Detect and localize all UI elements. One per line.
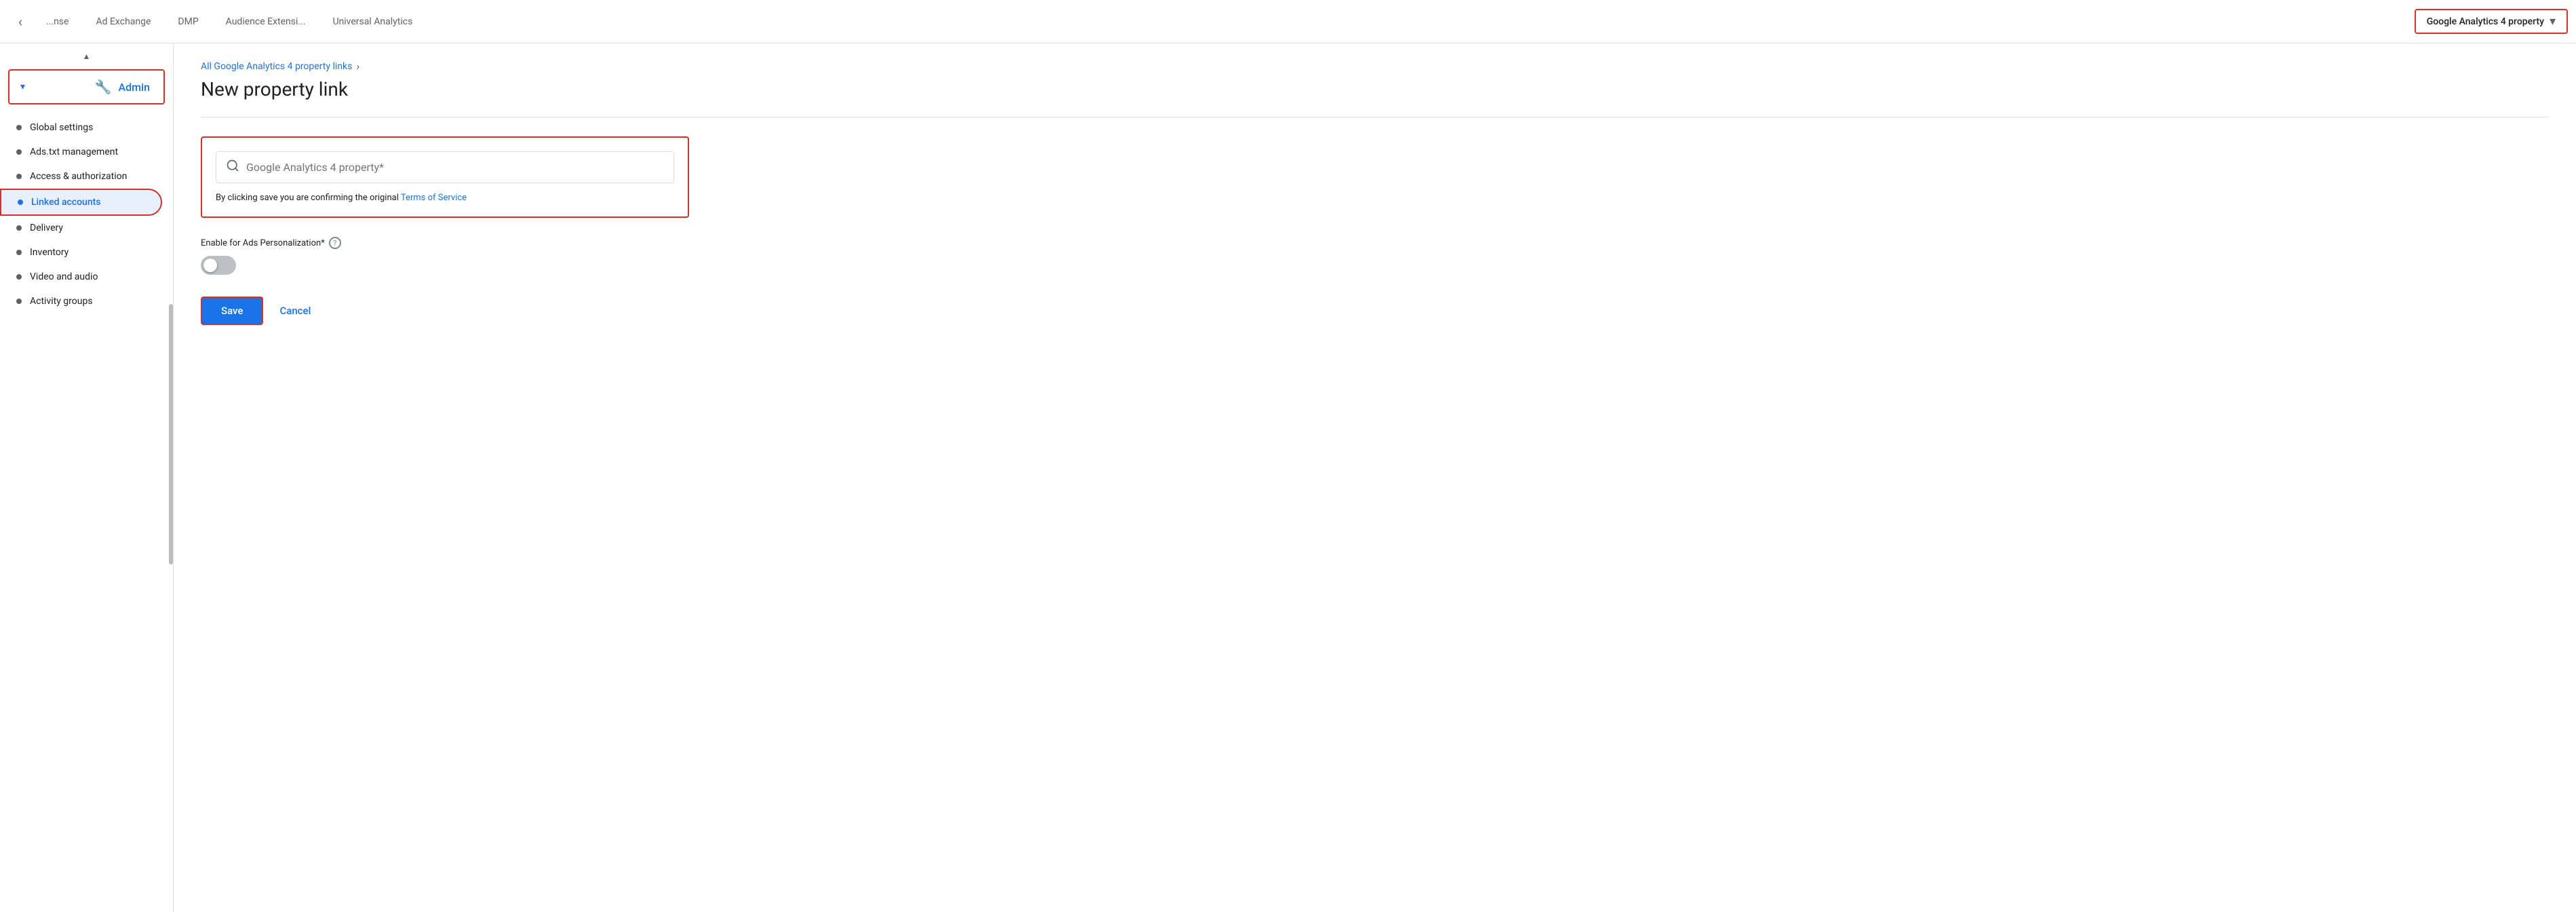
sidebar-item-global-settings[interactable]: Global settings <box>0 115 162 140</box>
breadcrumb: All Google Analytics 4 property links › <box>201 60 2549 73</box>
sidebar-item-inventory[interactable]: Inventory <box>0 240 162 265</box>
sidebar-item-linked-accounts[interactable]: Linked accounts <box>0 189 162 216</box>
search-icon <box>226 159 239 176</box>
bullet-icon <box>16 225 22 231</box>
sidebar-scroll-up: ▲ <box>0 49 173 64</box>
content-area: All Google Analytics 4 property links › … <box>174 43 2576 912</box>
tab-ga4-property[interactable]: Google Analytics 4 property ▾ <box>2415 9 2568 34</box>
sidebar-item-label: Linked accounts <box>31 197 101 208</box>
sidebar-scrollbar[interactable] <box>169 43 173 912</box>
sidebar-item-label: Global settings <box>30 122 93 133</box>
bullet-icon <box>18 200 23 205</box>
tab-audience[interactable]: Audience Extensi... <box>212 0 319 43</box>
sidebar-item-video-audio[interactable]: Video and audio <box>0 265 162 289</box>
action-buttons: Save Cancel <box>201 297 2549 325</box>
sidebar-item-label: Inventory <box>30 247 69 258</box>
top-nav: ‹ ...nse Ad Exchange DMP Audience Extens… <box>0 0 2576 43</box>
sidebar-item-label: Video and audio <box>30 271 98 282</box>
sidebar-item-label: Activity groups <box>30 296 93 307</box>
search-wrapper <box>216 151 674 183</box>
tab-ga4-label: Google Analytics 4 property <box>2427 16 2544 27</box>
bullet-icon <box>16 250 22 255</box>
admin-nav-item[interactable]: ▾ 🔧 Admin <box>8 69 165 104</box>
sidebar: ▲ ▾ 🔧 Admin Global settings Ads.txt mana… <box>0 43 174 912</box>
form-section: By clicking save you are confirming the … <box>201 136 689 218</box>
tab-dmp[interactable]: DMP <box>164 0 212 43</box>
back-icon: ‹ <box>18 14 22 30</box>
bullet-icon <box>16 274 22 280</box>
sidebar-item-activity-groups[interactable]: Activity groups <box>0 289 162 314</box>
bullet-icon <box>16 299 22 304</box>
tab-universal-analytics[interactable]: Universal Analytics <box>319 0 426 43</box>
nav-tabs: ...nse Ad Exchange DMP Audience Extensi.… <box>33 0 2415 43</box>
breadcrumb-separator: › <box>356 60 359 73</box>
bullet-icon <box>16 174 22 179</box>
bullet-icon <box>16 125 22 130</box>
sidebar-item-ads-txt[interactable]: Ads.txt management <box>0 140 162 164</box>
save-button[interactable]: Save <box>201 297 263 325</box>
admin-label: Admin <box>118 81 150 94</box>
sidebar-item-label: Ads.txt management <box>30 147 118 157</box>
sidebar-item-access-auth[interactable]: Access & authorization <box>0 164 162 189</box>
toggle-section: Enable for Ads Personalization* ? <box>201 237 689 275</box>
bullet-icon <box>16 149 22 155</box>
tab-ad-exchange[interactable]: Ad Exchange <box>82 0 164 43</box>
sidebar-item-label: Delivery <box>30 223 63 233</box>
chevron-down-icon: ▾ <box>2550 14 2556 28</box>
sidebar-item-label: Access & authorization <box>30 171 127 182</box>
ga4-property-search-input[interactable] <box>246 161 664 174</box>
tos-link[interactable]: Terms of Service <box>401 193 467 203</box>
tos-text: By clicking save you are confirming the … <box>216 193 674 203</box>
admin-arrow-icon: ▾ <box>20 81 25 92</box>
wrench-icon: 🔧 <box>95 79 112 95</box>
scrollbar-thumb[interactable] <box>169 304 173 565</box>
help-icon[interactable]: ? <box>329 237 341 249</box>
cancel-button[interactable]: Cancel <box>274 298 316 324</box>
ads-personalization-toggle[interactable] <box>201 256 236 275</box>
page-title: New property link <box>201 78 2549 100</box>
breadcrumb-link[interactable]: All Google Analytics 4 property links <box>201 61 352 72</box>
sidebar-item-delivery[interactable]: Delivery <box>0 216 162 240</box>
main-container: ▲ ▾ 🔧 Admin Global settings Ads.txt mana… <box>0 43 2576 912</box>
back-button[interactable]: ‹ <box>8 10 33 34</box>
toggle-label: Enable for Ads Personalization* ? <box>201 237 689 249</box>
tab-exchange[interactable]: ...nse <box>33 0 82 43</box>
